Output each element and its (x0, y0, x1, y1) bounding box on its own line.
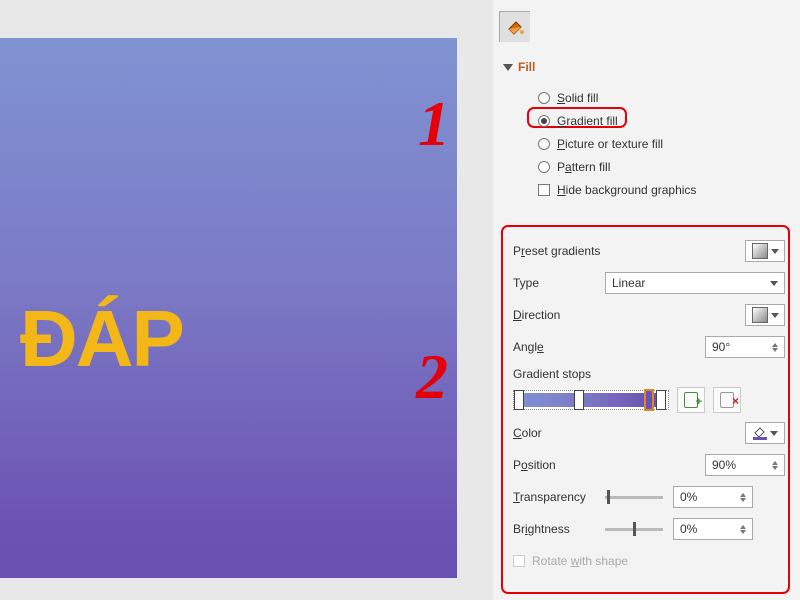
slider-thumb[interactable] (607, 490, 610, 504)
gradient-stop-4[interactable] (656, 390, 666, 410)
solid-fill-option[interactable]: Solid fill (538, 86, 696, 109)
chevron-down-icon (771, 249, 779, 254)
spinner-up-icon (740, 493, 746, 497)
chevron-down-icon (771, 313, 779, 318)
gradient-stops-label: Gradient stops (513, 363, 785, 383)
radio-icon (538, 138, 550, 150)
slide-title-text: ĐÁP (20, 293, 183, 385)
slide-preview[interactable]: ĐÁP (0, 38, 457, 578)
add-gradient-stop-button[interactable]: + (677, 387, 705, 413)
brightness-spinner[interactable]: 0% (673, 518, 753, 540)
gradient-fill-label: Gradient fill (557, 114, 618, 128)
position-value: 90% (712, 458, 736, 472)
radio-icon (538, 92, 550, 104)
paint-bucket-icon (505, 17, 525, 37)
checkbox-icon (513, 555, 525, 567)
spinner-up-icon (772, 343, 778, 347)
transparency-value: 0% (680, 490, 697, 504)
slider-thumb[interactable] (633, 522, 636, 536)
gradient-fill-option[interactable]: Gradient fill (538, 109, 696, 132)
radio-icon (538, 115, 550, 127)
transparency-spinner[interactable]: 0% (673, 486, 753, 508)
position-label: Position (513, 458, 705, 472)
chevron-down-icon (770, 431, 778, 436)
preset-gradients-label: Preset gradients (513, 244, 745, 258)
brightness-label: Brightness (513, 522, 605, 536)
picture-fill-label: Picture or texture fill (557, 137, 663, 151)
color-picker-button[interactable] (745, 422, 785, 444)
fill-section-label: Fill (518, 60, 535, 74)
pattern-fill-option[interactable]: Pattern fill (538, 155, 696, 178)
transparency-slider[interactable] (605, 487, 663, 507)
spinner-down-icon (772, 348, 778, 352)
gradient-stop-2[interactable] (574, 390, 584, 410)
chevron-down-icon (770, 281, 778, 286)
spinner-down-icon (740, 530, 746, 534)
preset-gradients-button[interactable] (745, 240, 785, 262)
checkbox-icon (538, 184, 550, 196)
color-bucket-icon (753, 426, 767, 440)
picture-fill-option[interactable]: Picture or texture fill (538, 132, 696, 155)
add-stop-icon: + (684, 392, 698, 408)
brightness-slider[interactable] (605, 519, 663, 539)
gradient-stop-3[interactable] (644, 389, 654, 411)
format-background-panel: Fill Solid fill Gradient fill Picture or… (493, 0, 800, 600)
direction-label: Direction (513, 308, 745, 322)
spinner-up-icon (772, 461, 778, 465)
gradient-controls: Preset gradients Type Linear Direction A… (513, 235, 785, 577)
brightness-value: 0% (680, 522, 697, 536)
collapse-triangle-icon (503, 64, 513, 71)
angle-label: Angle (513, 340, 705, 354)
rotate-with-shape-label: Rotate with shape (532, 554, 628, 568)
radio-icon (538, 161, 550, 173)
angle-spinner[interactable]: 90° (705, 336, 785, 358)
solid-fill-label: Solid fill (557, 91, 598, 105)
fill-section-header[interactable]: Fill (503, 60, 535, 74)
type-value: Linear (612, 276, 645, 290)
gradient-stop-1[interactable] (514, 390, 524, 410)
fill-category-button[interactable] (499, 11, 530, 42)
annotation-1: 1 (418, 87, 450, 161)
pattern-fill-label: Pattern fill (557, 160, 610, 174)
position-spinner[interactable]: 90% (705, 454, 785, 476)
type-label: Type (513, 276, 605, 290)
direction-button[interactable] (745, 304, 785, 326)
gradient-swatch-icon (752, 243, 768, 259)
type-dropdown[interactable]: Linear (605, 272, 785, 294)
color-label: Color (513, 426, 745, 440)
angle-value: 90° (712, 340, 730, 354)
annotation-2: 2 (416, 340, 448, 414)
gradient-swatch-icon (752, 307, 768, 323)
spinner-down-icon (740, 498, 746, 502)
rotate-with-shape-option: Rotate with shape (513, 545, 785, 577)
remove-stop-icon: × (720, 392, 734, 408)
gradient-stops-bar[interactable] (513, 390, 669, 410)
transparency-label: Transparency (513, 490, 605, 504)
spinner-up-icon (740, 525, 746, 529)
hide-bg-option[interactable]: Hide background graphics (538, 178, 696, 201)
hide-bg-label: Hide background graphics (557, 183, 696, 197)
spinner-down-icon (772, 466, 778, 470)
remove-gradient-stop-button[interactable]: × (713, 387, 741, 413)
fill-type-radio-group: Solid fill Gradient fill Picture or text… (538, 86, 696, 201)
